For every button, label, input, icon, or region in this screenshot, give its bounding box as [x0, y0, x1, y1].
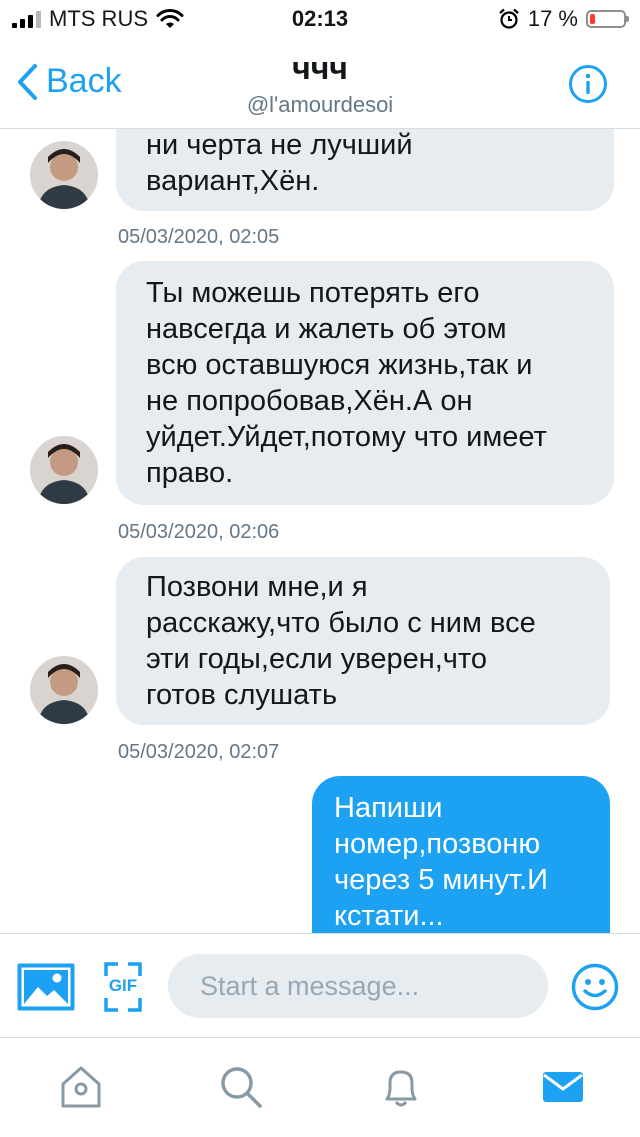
message-line: не попробовав,Хён.А он: [146, 385, 473, 417]
message-line: уйдет.Уйдет,потому что имеет: [146, 421, 547, 453]
message-input[interactable]: [168, 954, 548, 1018]
message-bubble-incoming[interactable]: Ты можешь потерять его навсегда и жалеть…: [116, 261, 614, 505]
emoji-icon[interactable]: [570, 962, 620, 1012]
conversation-handle: @l'amourdesoi: [246, 92, 394, 117]
battery-percent: 17 %: [527, 6, 578, 31]
gif-label: GIF: [108, 976, 138, 995]
tab-bar: [0, 1037, 640, 1137]
avatar[interactable]: [30, 656, 98, 724]
battery-icon: [586, 10, 629, 28]
messages-envelope-icon[interactable]: [540, 1064, 586, 1110]
conversation-header: Back ччч @l'amourdesoi: [0, 40, 640, 129]
info-icon[interactable]: [568, 64, 608, 104]
message-line: Ты можешь потерять его: [146, 277, 480, 309]
message-line: Позвони мне,и я: [146, 571, 368, 603]
message-line: ни черта не лучший: [146, 129, 413, 161]
home-icon[interactable]: [58, 1064, 104, 1110]
message-bubble-outgoing[interactable]: Напиши номер,позвоню через 5 минут.И кст…: [312, 776, 610, 933]
search-icon[interactable]: [218, 1064, 264, 1110]
message-composer: GIF: [0, 933, 640, 1038]
conversation-title: ччч: [292, 50, 348, 86]
message-timestamp: 05/03/2020, 02:06: [118, 521, 280, 543]
message-line: эти годы,если уверен,что: [146, 643, 487, 675]
message-line: номер,позвоню: [334, 828, 541, 860]
avatar[interactable]: [30, 436, 98, 504]
message-bubble-incoming[interactable]: Позвони мне,и я расскажу,что было с ним …: [116, 557, 610, 725]
status-bar: MTS RUS 02:13 17 %: [0, 0, 640, 40]
alarm-clock-icon: [499, 8, 519, 29]
message-timestamp: 05/03/2020, 02:07: [118, 741, 280, 763]
message-timestamp: 05/03/2020, 02:05: [118, 226, 280, 248]
message-line: через 5 минут.И: [334, 864, 549, 896]
message-line: Напиши: [334, 792, 443, 824]
gif-button[interactable]: GIF: [104, 962, 142, 1012]
message-line: право.: [146, 457, 234, 489]
message-line: всю оставшуюся жизнь,так и: [146, 349, 533, 381]
message-line: вариант,Хён.: [146, 165, 320, 197]
message-line: расскажу,что было с ним все: [146, 607, 536, 639]
avatar[interactable]: [30, 141, 98, 209]
message-line: кстати...: [334, 900, 444, 932]
notifications-bell-icon[interactable]: [378, 1064, 424, 1110]
message-bubble-incoming[interactable]: ни черта не лучший вариант,Хён.: [116, 129, 614, 211]
message-line: навсегда и жалеть об этом: [146, 313, 507, 345]
image-icon[interactable]: [16, 962, 76, 1012]
message-list[interactable]: ни черта не лучший вариант,Хён. 05/03/20…: [0, 129, 640, 933]
message-line: готов слушать: [146, 679, 338, 711]
status-right: 17 %: [498, 6, 629, 32]
